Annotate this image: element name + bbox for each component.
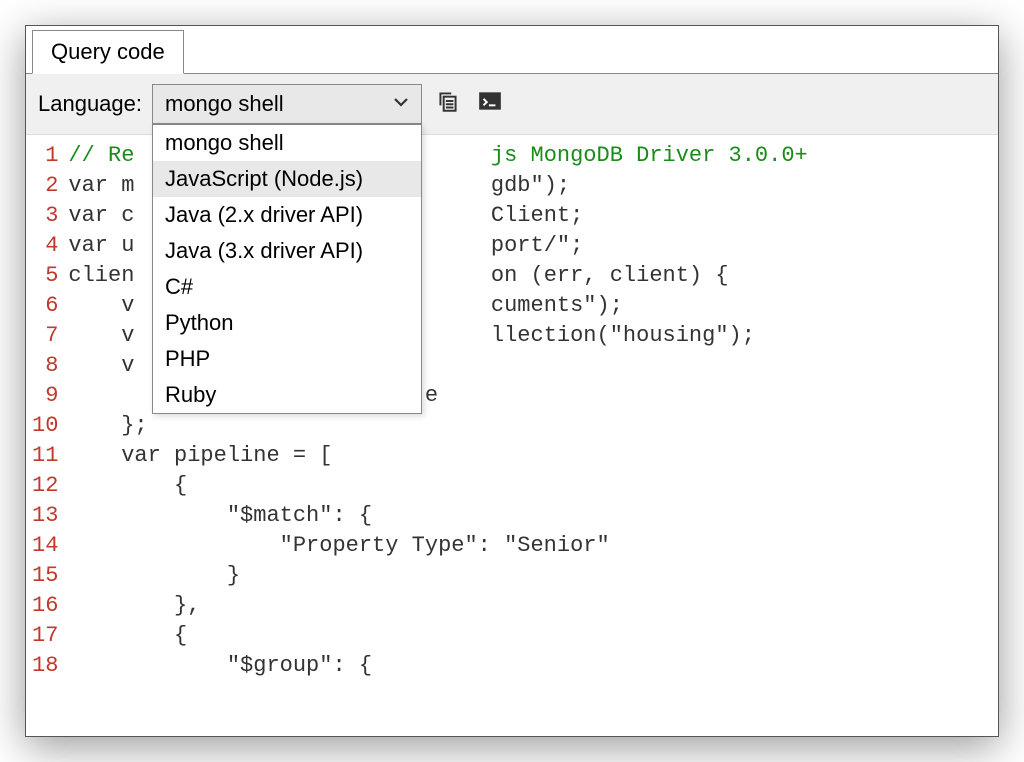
code-line: "$group": { [68,651,998,681]
code-line: }; [68,411,998,441]
language-label: Language: [34,91,142,117]
code-line: }, [68,591,998,621]
language-option[interactable]: JavaScript (Node.js) [153,161,421,197]
line-number: 10 [32,411,58,441]
language-option[interactable]: C# [153,269,421,305]
toolbar: Language: mongo shell mongo shellJavaScr… [26,74,998,135]
line-number: 12 [32,471,58,501]
line-number: 7 [32,321,58,351]
line-number: 6 [32,291,58,321]
line-number: 4 [32,231,58,261]
language-option[interactable]: Java (2.x driver API) [153,197,421,233]
line-number: 16 [32,591,58,621]
copy-button[interactable] [432,88,464,120]
language-option[interactable]: Python [153,305,421,341]
language-option[interactable]: Java (3.x driver API) [153,233,421,269]
line-number: 14 [32,531,58,561]
line-number: 1 [32,141,58,171]
line-number: 9 [32,381,58,411]
line-number: 13 [32,501,58,531]
code-line: "$match": { [68,501,998,531]
line-number: 18 [32,651,58,681]
line-number: 5 [32,261,58,291]
line-number: 17 [32,621,58,651]
copy-icon [435,88,461,120]
line-number: 8 [32,351,58,381]
line-number: 2 [32,171,58,201]
language-option[interactable]: mongo shell [153,125,421,161]
line-number: 15 [32,561,58,591]
code-line: "Property Type": "Senior" [68,531,998,561]
language-select-value: mongo shell [165,91,284,117]
code-line: var pipeline = [ [68,441,998,471]
language-option[interactable]: Ruby [153,377,421,413]
open-shell-button[interactable] [474,88,506,120]
tab-bar: Query code [26,26,998,74]
language-option[interactable]: PHP [153,341,421,377]
code-line: { [68,471,998,501]
code-line: } [68,561,998,591]
query-code-window: Query code Language: mongo shell mongo s… [25,25,999,737]
language-dropdown[interactable]: mongo shellJavaScript (Node.js)Java (2.x… [152,124,422,414]
chevron-down-icon [393,94,409,115]
tab-query-code[interactable]: Query code [32,30,184,74]
language-select[interactable]: mongo shell mongo shellJavaScript (Node.… [152,84,422,124]
language-select-current[interactable]: mongo shell [152,84,422,124]
terminal-icon [477,88,503,120]
code-line: { [68,621,998,651]
line-number: 11 [32,441,58,471]
line-number: 3 [32,201,58,231]
line-number-gutter: 123456789101112131415161718 [26,135,68,735]
